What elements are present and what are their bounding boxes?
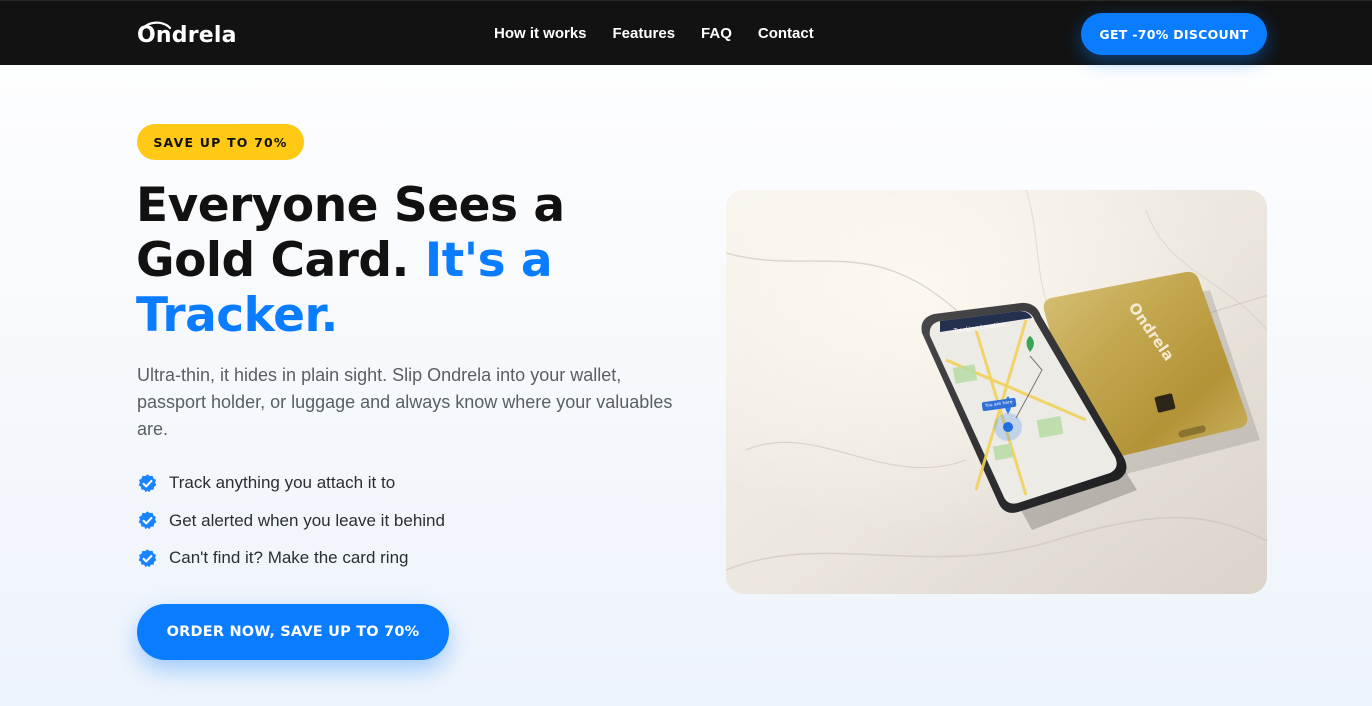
feature-label: Get alerted when you leave it behind xyxy=(169,510,445,530)
nav-link-contact[interactable]: Contact xyxy=(758,25,814,43)
hero-description: Ultra-thin, it hides in plain sight. Sli… xyxy=(137,365,673,439)
save-badge: SAVE UP TO 70% xyxy=(137,124,304,160)
feature-item: Get alerted when you leave it behind xyxy=(137,510,445,532)
feature-label: Can't find it? Make the card ring xyxy=(169,548,409,567)
logo-arc-icon xyxy=(139,21,172,33)
feature-list: Track anything you attach it to Get aler… xyxy=(137,472,445,585)
feature-item: Track anything you attach it to xyxy=(137,472,445,494)
verified-check-icon xyxy=(138,548,157,567)
top-navigation-bar: Ondrela How it works Features FAQ Contac… xyxy=(0,0,1372,65)
main-nav: How it works Features FAQ Contact xyxy=(494,25,814,43)
get-discount-button[interactable]: GET -70% DISCOUNT xyxy=(1081,13,1267,55)
product-photo-illustration: Ondrela Tracking Location... You are her… xyxy=(726,190,1267,594)
nav-link-how-it-works[interactable]: How it works xyxy=(494,25,587,43)
hero-headline: Everyone Sees a Gold Card. It's a Tracke… xyxy=(136,178,696,343)
nav-link-faq[interactable]: FAQ xyxy=(701,25,732,43)
feature-item: Can't find it? Make the card ring xyxy=(137,547,445,569)
nav-link-features[interactable]: Features xyxy=(613,25,676,43)
feature-label: Track anything you attach it to xyxy=(169,473,396,492)
logo[interactable]: Ondrela xyxy=(137,19,237,51)
order-now-button[interactable]: ORDER NOW, SAVE UP TO 70% xyxy=(137,604,449,660)
verified-check-icon xyxy=(138,473,157,492)
verified-check-icon xyxy=(138,511,157,530)
hero-product-image: Ondrela Tracking Location... You are her… xyxy=(726,190,1267,594)
